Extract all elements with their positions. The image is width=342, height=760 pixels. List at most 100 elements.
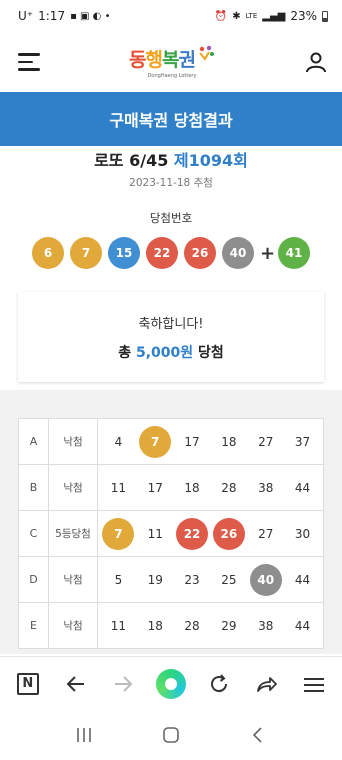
ticket-number: 18 bbox=[184, 480, 200, 495]
matched-number: 22 bbox=[176, 517, 209, 550]
winning-ball: 6 bbox=[32, 237, 64, 269]
winning-numbers-label: 당첨번호 bbox=[149, 211, 193, 225]
refresh-button[interactable] bbox=[201, 666, 237, 702]
plus-sign: + bbox=[260, 242, 276, 264]
page-banner: 구매복권 당첨결과 bbox=[0, 92, 342, 146]
logo[interactable]: 동행복권 DongHaeng Lottery bbox=[129, 45, 215, 79]
ticket-row: A 낙첨 4 7 17 18 27 37 bbox=[18, 418, 324, 465]
prize-prefix: 총 bbox=[118, 344, 132, 361]
winning-ball: 15 bbox=[108, 237, 140, 269]
back-button[interactable] bbox=[58, 666, 94, 702]
ticket-number: 11 bbox=[110, 480, 127, 495]
forward-arrow-icon bbox=[115, 675, 133, 692]
draw-title: 로또 6/45 제1094회 bbox=[0, 147, 342, 171]
row-result: 낙첨 bbox=[48, 602, 98, 649]
notification-icons: ▪ ▣ ◐ • bbox=[70, 10, 111, 22]
alarm-icon: ⏰ bbox=[214, 10, 228, 22]
user-icon[interactable] bbox=[304, 50, 328, 74]
row-letter: E bbox=[18, 602, 49, 649]
winning-ball: 22 bbox=[146, 237, 178, 269]
ticket-number: 28 bbox=[221, 480, 237, 495]
draw-number: 제1094회 bbox=[173, 151, 248, 170]
recent-apps-icon[interactable] bbox=[74, 726, 94, 744]
logo-text: 동행복권 bbox=[129, 49, 196, 71]
green-orb-icon bbox=[155, 668, 186, 699]
ticket-number: 17 bbox=[184, 434, 200, 449]
ticket-number: 29 bbox=[221, 618, 237, 633]
row-numbers: 11 17 18 28 38 44 bbox=[97, 464, 324, 511]
winning-ball: 26 bbox=[184, 237, 216, 269]
back-icon[interactable] bbox=[248, 725, 268, 745]
home-icon[interactable] bbox=[161, 725, 181, 745]
row-letter: C bbox=[18, 510, 49, 557]
ticket-number: 44 bbox=[294, 480, 311, 495]
row-letter: B bbox=[18, 464, 49, 511]
ticket-number: 23 bbox=[184, 572, 200, 587]
ticket-number: 37 bbox=[294, 434, 311, 449]
network-label: LTE bbox=[245, 12, 258, 20]
status-bar: U⁺ 1:17 ▪ ▣ ◐ • ⏰ ✱ LTE ▂▄▆ 23% bbox=[0, 0, 342, 32]
ticket-number: 27 bbox=[258, 434, 274, 449]
row-numbers: 7 11 22 26 27 30 bbox=[97, 510, 324, 557]
banner-title: 구매복권 당첨결과 bbox=[109, 111, 233, 130]
draw-date: 2023-11-18 추첨 bbox=[129, 177, 213, 189]
forward-button[interactable] bbox=[105, 666, 141, 702]
matched-number: 40 bbox=[249, 563, 282, 596]
ticket-number: 4 bbox=[114, 434, 123, 449]
ticket-number: 18 bbox=[221, 434, 237, 449]
result-card: 축하합니다! 총 5,000원 당첨 bbox=[18, 292, 324, 382]
ticket-number: 11 bbox=[147, 526, 163, 541]
ticket-number: 19 bbox=[147, 572, 163, 587]
winning-ball: 7 bbox=[70, 237, 102, 269]
ticket-number: 11 bbox=[110, 618, 127, 633]
matched-number: 7 bbox=[102, 517, 135, 550]
battery-icon bbox=[322, 10, 328, 22]
share-button[interactable] bbox=[248, 666, 284, 702]
bonus-ball: 41 bbox=[278, 237, 310, 269]
ticket-number: 44 bbox=[294, 572, 311, 587]
clock: 1:17 bbox=[38, 9, 66, 23]
app-header: 동행복권 DongHaeng Lottery bbox=[0, 32, 342, 92]
ticket-table: A 낙첨 4 7 17 18 27 37 B 낙첨 11 17 18 28 38 44 C 5등당첨 7 11 22 26… bbox=[18, 418, 324, 649]
back-arrow-icon bbox=[66, 675, 84, 692]
n-home-button[interactable]: N bbox=[10, 666, 46, 702]
ticket-row: D 낙첨 5 19 23 25 40 44 bbox=[18, 556, 324, 603]
ticket-row: C 5등당첨 7 11 22 26 27 30 bbox=[18, 510, 324, 557]
ticket-number: 25 bbox=[221, 572, 237, 587]
row-result: 5등당첨 bbox=[48, 510, 98, 557]
row-result: 낙첨 bbox=[48, 556, 98, 603]
status-left: U⁺ 1:17 ▪ ▣ ◐ • bbox=[18, 9, 110, 23]
row-numbers: 4 7 17 18 27 37 bbox=[97, 418, 324, 465]
congrats-message: 축하합니다! bbox=[138, 316, 204, 332]
battery-percent: 23% bbox=[290, 9, 317, 23]
menu-button[interactable] bbox=[296, 666, 332, 702]
n-home-icon: N bbox=[16, 672, 39, 695]
game-name: 로또 6/45 bbox=[94, 151, 169, 170]
ticket-row: E 낙첨 11 18 28 29 38 44 bbox=[18, 602, 324, 649]
ticket-number: 5 bbox=[114, 572, 123, 587]
menu-icon bbox=[304, 677, 325, 692]
row-numbers: 11 18 28 29 38 44 bbox=[97, 602, 324, 649]
ticket-number: 44 bbox=[294, 618, 311, 633]
ticket-number: 28 bbox=[184, 618, 200, 633]
share-icon bbox=[257, 676, 278, 692]
ticket-number: 30 bbox=[294, 526, 311, 541]
browser-toolbar: N bbox=[0, 656, 342, 710]
row-result: 낙첨 bbox=[48, 418, 98, 465]
prize-amount: 5,000원 bbox=[135, 344, 194, 361]
ticket-number: 38 bbox=[258, 480, 274, 495]
menu-icon[interactable] bbox=[18, 53, 40, 71]
ticket-number: 38 bbox=[258, 618, 274, 633]
refresh-icon bbox=[210, 673, 227, 692]
ticket-number: 18 bbox=[147, 618, 163, 633]
carrier-label: U⁺ bbox=[18, 9, 34, 23]
prize-line: 총 5,000원 당첨 bbox=[118, 342, 224, 362]
status-right: ⏰ ✱ LTE ▂▄▆ 23% bbox=[215, 9, 328, 23]
green-orb-button[interactable] bbox=[153, 666, 189, 702]
ticket-number: 17 bbox=[147, 480, 163, 495]
winning-numbers: 6 7 15 22 26 40 +41 bbox=[0, 237, 342, 269]
logo-people-icon bbox=[199, 45, 214, 61]
ticket-number: 27 bbox=[258, 526, 274, 541]
bluetooth-icon: ✱ bbox=[232, 10, 241, 22]
ticket-row: B 낙첨 11 17 18 28 38 44 bbox=[18, 464, 324, 511]
